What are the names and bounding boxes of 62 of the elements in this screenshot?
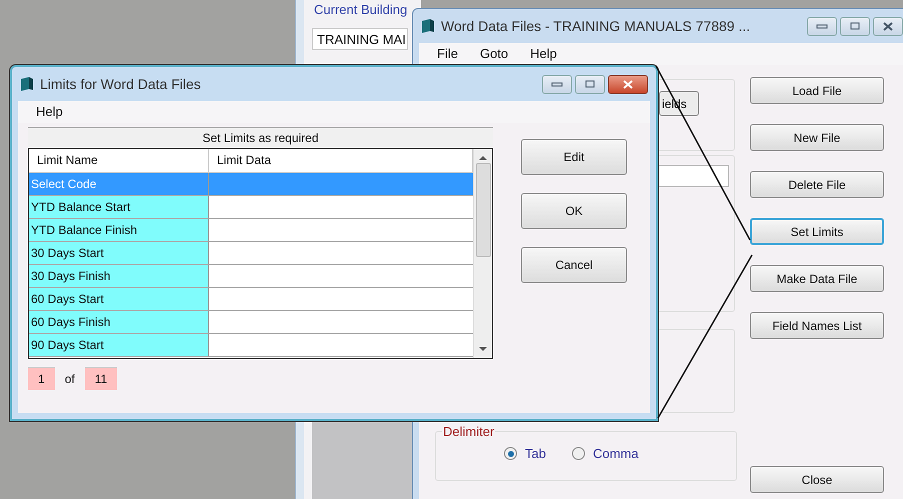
dropdown-field[interactable] — [657, 165, 729, 187]
scroll-down-icon — [479, 346, 487, 352]
window-title: Word Data Files - TRAINING MANUALS 77889 ... — [441, 18, 752, 34]
grid-row[interactable]: 90 Days Start — [29, 334, 473, 357]
close-button[interactable] — [608, 74, 648, 94]
table-cell: 30 Days Finish — [29, 265, 209, 288]
action-button[interactable]: Set Limits — [750, 218, 884, 245]
column-header[interactable]: Limit Data — [209, 149, 473, 173]
building-field[interactable]: TRAINING MAI — [312, 28, 408, 50]
dialog-button[interactable]: Cancel — [521, 247, 627, 283]
minimize-button[interactable] — [542, 74, 572, 94]
maximize-button[interactable] — [840, 16, 870, 36]
maximize-button[interactable] — [575, 74, 605, 94]
close-button[interactable] — [873, 16, 903, 36]
dialog-button[interactable]: Edit — [521, 139, 627, 175]
action-button[interactable]: Delete File — [750, 171, 884, 198]
record-total: 11 — [84, 367, 118, 390]
maximize-icon — [850, 22, 860, 30]
minimize-button[interactable] — [807, 16, 837, 36]
minimize-icon — [551, 82, 563, 86]
radio-button[interactable] — [572, 447, 585, 460]
table-cell: 60 Days Finish — [29, 311, 209, 334]
field-label: Current Building — [314, 2, 408, 17]
grid-row[interactable]: YTD Balance Finish — [29, 219, 473, 242]
table-cell: Select Code — [29, 173, 209, 196]
close-window-button[interactable]: Close — [750, 466, 884, 493]
minimize-icon — [816, 24, 828, 28]
table-cell: YTD Balance Start — [29, 196, 209, 219]
app-icon — [20, 76, 34, 92]
action-button[interactable]: Field Names List — [750, 312, 884, 339]
dialog-button[interactable]: OK — [521, 193, 627, 229]
maximize-icon — [585, 80, 595, 88]
grid-row[interactable]: 30 Days Start — [29, 242, 473, 265]
table-cell: 60 Days Start — [29, 288, 209, 311]
table-cell: 30 Days Start — [29, 242, 209, 265]
dialog-title: Limits for Word Data Files — [40, 76, 202, 92]
scroll-up-icon — [479, 155, 487, 161]
table-cell: 90 Days Start — [29, 334, 209, 357]
grid-row[interactable]: 60 Days Start — [29, 288, 473, 311]
radio-label: Comma — [592, 446, 638, 461]
action-button[interactable]: Load File — [750, 77, 884, 104]
action-button[interactable]: Make Data File — [750, 265, 884, 292]
app-icon — [421, 18, 435, 34]
grid-row[interactable]: 30 Days Finish — [29, 265, 473, 288]
radio-label: Tab — [525, 446, 546, 461]
menu-item[interactable]: Goto — [480, 46, 508, 62]
record-number: 1 — [28, 367, 55, 390]
scrollbar[interactable] — [473, 149, 492, 358]
action-button[interactable]: New File — [750, 124, 884, 151]
grid-row[interactable]: YTD Balance Start — [29, 196, 473, 219]
close-icon — [623, 80, 633, 88]
menu-item[interactable]: File — [437, 46, 458, 62]
radio-button[interactable] — [504, 447, 517, 460]
close-icon — [883, 22, 893, 30]
grid-row[interactable]: 60 Days Finish — [29, 311, 473, 334]
table-cell: YTD Balance Finish — [29, 219, 209, 242]
group-label: Delimiter — [442, 424, 496, 439]
grid-caption: Set Limits as required — [28, 127, 493, 148]
column-header[interactable]: Limit Name — [29, 149, 209, 173]
menu-item[interactable]: Help — [36, 104, 63, 120]
record-separator: of — [64, 372, 75, 386]
menu-item[interactable]: Help — [530, 46, 557, 62]
